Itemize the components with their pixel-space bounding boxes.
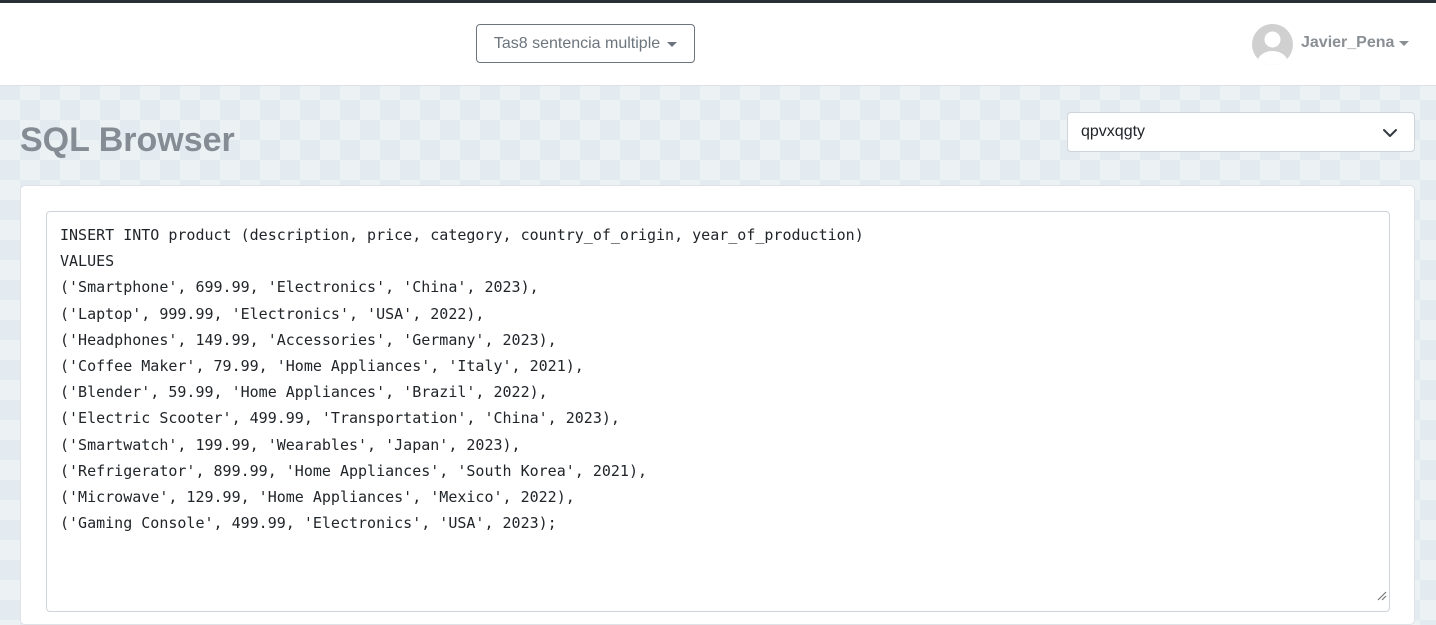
sql-code-line: ('Smartphone', 699.99, 'Electronics', 'C…	[60, 278, 539, 297]
sql-code-line: ('Microwave', 129.99, 'Home Appliances',…	[60, 487, 575, 506]
page-title: SQL Browser	[20, 121, 235, 159]
sql-query-textarea[interactable]: INSERT INTO product (description, price,…	[46, 211, 1390, 612]
sql-code-line: ('Electric Scooter', 499.99, 'Transporta…	[60, 409, 620, 428]
resize-grip-icon[interactable]	[1375, 583, 1387, 609]
sql-code-line: VALUES	[60, 252, 115, 271]
sql-code-line: ('Coffee Maker', 79.99, 'Home Appliances…	[60, 356, 584, 375]
database-select-value: qpvxqgty	[1081, 123, 1146, 140]
user-name: Javier_Pena	[1301, 34, 1395, 51]
caret-down-icon	[667, 42, 678, 47]
chevron-down-icon	[1382, 125, 1398, 146]
database-select[interactable]: qpvxqgty	[1067, 112, 1415, 152]
sql-code-line: ('Headphones', 149.99, 'Accessories', 'G…	[60, 330, 557, 349]
user-avatar-icon	[1252, 23, 1293, 65]
top-navbar: Tas8 sentencia multiple Javier_Pena	[0, 3, 1436, 86]
project-dropdown-label: Tas8 sentencia multiple	[493, 34, 661, 52]
sql-code-line: ('Refrigerator', 899.99, 'Home Appliance…	[60, 461, 647, 480]
user-menu-dropdown[interactable]: Javier_Pena	[1252, 23, 1410, 65]
project-dropdown-button[interactable]: Tas8 sentencia multiple	[476, 24, 695, 63]
sql-code-line: ('Smartwatch', 199.99, 'Wearables', 'Jap…	[60, 435, 521, 454]
sql-code-line: INSERT INTO product (description, price,…	[60, 226, 864, 244]
sql-code-line: ('Gaming Console', 499.99, 'Electronics'…	[60, 514, 557, 533]
sql-code-line: ('Laptop', 999.99, 'Electronics', 'USA',…	[60, 304, 485, 323]
caret-down-icon	[1399, 40, 1410, 46]
sql-code-line: ('Blender', 59.99, 'Home Appliances', 'B…	[60, 383, 548, 402]
